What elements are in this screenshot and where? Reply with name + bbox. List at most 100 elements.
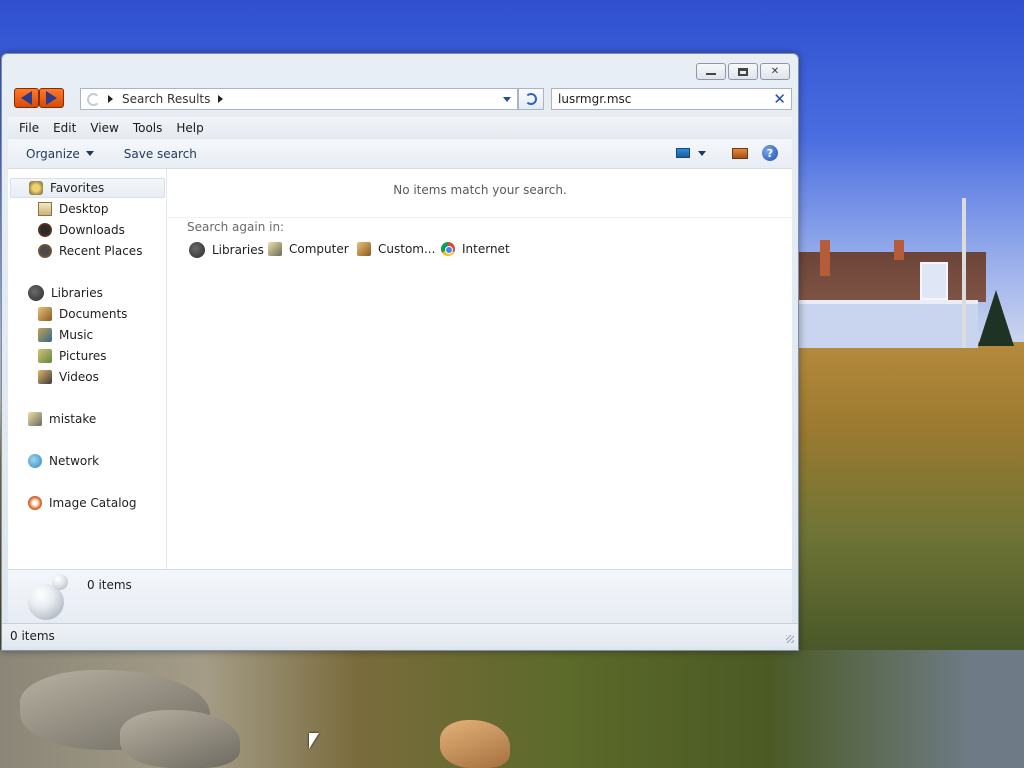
address-dropdown-icon[interactable] (503, 97, 511, 102)
downloads-icon (38, 223, 52, 237)
content-area: Favorites Desktop Downloads Recent Place… (8, 169, 792, 569)
address-bar[interactable]: Search Results (80, 88, 518, 110)
menu-edit[interactable]: Edit (53, 121, 76, 135)
sidebar-item-network[interactable]: Network (28, 451, 99, 471)
search-again-libraries[interactable]: Libraries (189, 242, 264, 258)
chimney (820, 240, 830, 276)
save-search-label: Save search (123, 146, 197, 161)
sidebar-item-favorites[interactable]: Favorites (10, 178, 165, 198)
details-pane: 0 items (8, 569, 792, 623)
menu-tools[interactable]: Tools (133, 121, 163, 135)
maximize-button[interactable] (728, 63, 758, 80)
clear-search-icon[interactable]: ✕ (773, 90, 786, 108)
libraries-icon (189, 242, 205, 258)
back-arrow-icon (21, 91, 32, 105)
desktop-icon (38, 202, 52, 216)
music-icon (38, 328, 52, 342)
search-progress-icon (87, 92, 100, 106)
minimize-button[interactable] (696, 63, 726, 80)
command-bar: Organize Save search ? (8, 139, 792, 169)
breadcrumb-chevron-icon[interactable] (218, 95, 224, 103)
pine-tree (978, 290, 1014, 346)
nav-arrows (14, 88, 64, 110)
refresh-button[interactable] (518, 88, 544, 110)
sidebar-item-videos[interactable]: Videos (38, 367, 99, 387)
sidebar-item-image-catalog[interactable]: Image Catalog (28, 493, 136, 513)
search-bubbles-icon (52, 574, 68, 590)
minimize-icon (706, 73, 716, 75)
search-query[interactable]: lusrmgr.msc (558, 92, 631, 106)
sidebar-item-music[interactable]: Music (38, 325, 93, 345)
libraries-icon (28, 285, 44, 301)
breadcrumb-search-results[interactable]: Search Results (122, 92, 210, 106)
sidebar-item-label: Recent Places (59, 244, 143, 258)
sidebar-item-label: Videos (59, 370, 99, 384)
pictures-icon (38, 349, 52, 363)
videos-icon (38, 370, 52, 384)
image-catalog-icon (28, 496, 42, 510)
chimney (894, 240, 904, 260)
back-button[interactable] (14, 88, 39, 108)
house (798, 240, 988, 350)
close-button[interactable]: ✕ (760, 63, 790, 80)
search-location-label: Computer (289, 242, 349, 256)
sidebar-item-desktop[interactable]: Desktop (38, 199, 109, 219)
navigation-bar: Search Results lusrmgr.msc ✕ (12, 88, 792, 110)
sidebar-item-label: mistake (49, 412, 97, 426)
organize-label: Organize (26, 146, 80, 161)
sidebar-item-computer[interactable]: mistake (28, 409, 96, 429)
search-again-custom[interactable]: Custom... (357, 242, 435, 256)
view-options-dropdown-icon[interactable] (698, 150, 706, 156)
dormer (920, 262, 948, 300)
chrome-icon (441, 242, 455, 256)
results-pane: No items match your search. Search again… (168, 169, 792, 569)
sidebar-item-libraries[interactable]: Libraries (28, 283, 103, 303)
navigation-pane: Favorites Desktop Downloads Recent Place… (8, 169, 167, 569)
preview-pane-icon[interactable] (732, 147, 748, 159)
computer-icon (268, 242, 282, 256)
menu-bar: File Edit View Tools Help (8, 117, 792, 139)
documents-icon (38, 307, 52, 321)
organize-button[interactable]: Organize (26, 147, 94, 161)
search-again-internet[interactable]: Internet (441, 242, 510, 256)
divider (168, 217, 792, 218)
toolbar-right: ? (676, 145, 778, 161)
search-location-label: Libraries (212, 243, 264, 257)
computer-icon (28, 412, 42, 426)
forward-button[interactable] (39, 88, 64, 108)
sidebar-item-documents[interactable]: Documents (38, 304, 127, 324)
caption-buttons: ✕ (696, 63, 790, 80)
house-wall (798, 300, 978, 348)
sidebar-item-label: Music (59, 328, 94, 342)
network-icon (28, 454, 42, 468)
search-again-computer[interactable]: Computer (268, 242, 349, 256)
sidebar-item-recent-places[interactable]: Recent Places (38, 241, 142, 261)
sidebar-item-label: Image Catalog (49, 496, 137, 510)
close-icon: ✕ (770, 66, 780, 77)
sidebar-item-label: Desktop (59, 202, 109, 216)
sidebar-item-label: Network (49, 454, 100, 468)
menu-view[interactable]: View (90, 121, 118, 135)
search-input[interactable]: lusrmgr.msc ✕ (551, 88, 792, 110)
save-search-button[interactable]: Save search (124, 147, 197, 161)
change-view-icon[interactable] (676, 148, 690, 158)
help-icon[interactable]: ? (762, 145, 778, 161)
sidebar-item-downloads[interactable]: Downloads (38, 220, 125, 240)
mouse-pointer-icon (309, 733, 319, 749)
resize-grip-icon[interactable] (786, 635, 794, 643)
chevron-down-icon (85, 151, 94, 156)
sidebar-item-label: Favorites (50, 181, 105, 195)
breadcrumb-chevron-icon[interactable] (108, 95, 113, 103)
status-item-count: 0 items (10, 628, 55, 643)
menu-file[interactable]: File (19, 121, 39, 135)
sidebar-item-label: Documents (59, 307, 128, 321)
sidebar-item-pictures[interactable]: Pictures (38, 346, 107, 366)
maximize-icon (738, 67, 748, 76)
refresh-icon (525, 93, 537, 105)
menu-help[interactable]: Help (176, 121, 203, 135)
search-again-label: Search again in: (187, 220, 285, 234)
star-icon (29, 181, 43, 195)
forward-arrow-icon (46, 91, 57, 105)
sidebar-item-label: Downloads (59, 223, 125, 237)
status-bar: 0 items (2, 623, 798, 647)
